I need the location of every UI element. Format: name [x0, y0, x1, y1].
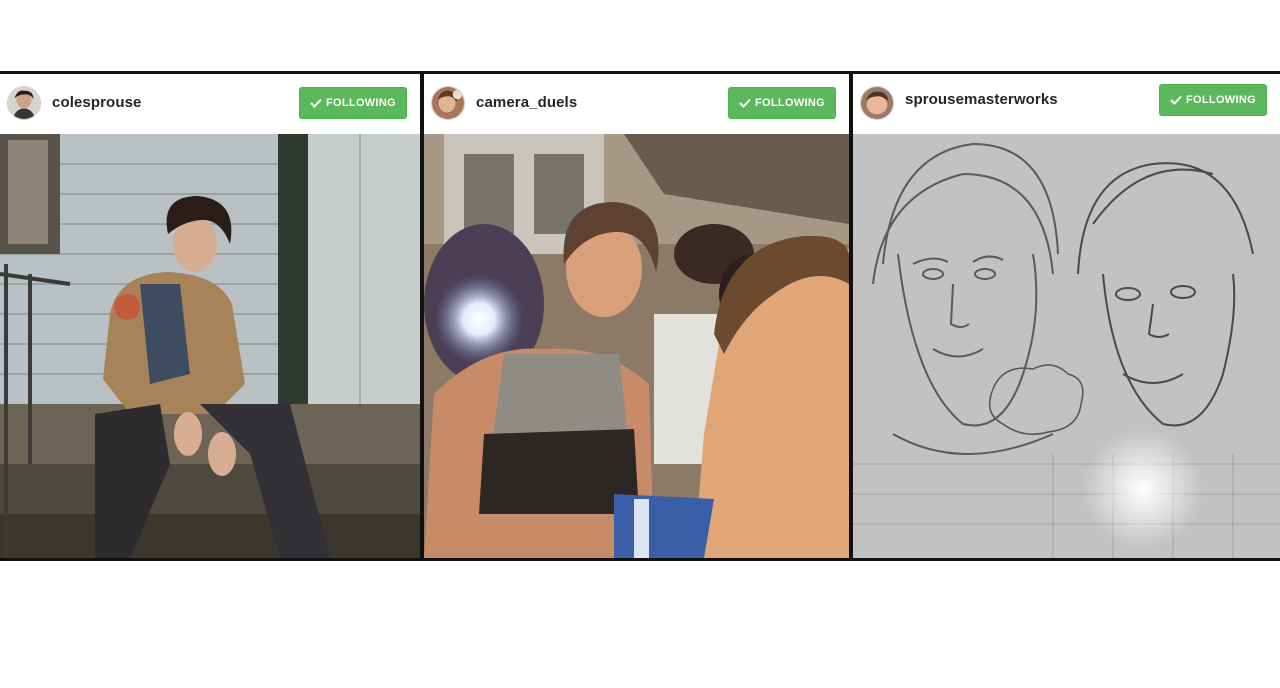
following-button[interactable]: FOLLOWING	[299, 87, 407, 119]
following-label: FOLLOWING	[755, 97, 825, 109]
post-card-camera-duels: camera_duels FOLLOWING	[424, 74, 849, 558]
photo-man-on-porch	[0, 134, 420, 558]
post-photo[interactable]	[424, 134, 849, 558]
avatar[interactable]	[860, 86, 894, 120]
post-card-colesprouse: colesprouse FOLLOWING	[0, 74, 420, 558]
username[interactable]: sprousemasterworks	[905, 91, 1058, 108]
username[interactable]: colesprouse	[52, 94, 141, 111]
photo-pencil-drawing	[853, 134, 1280, 558]
username[interactable]: camera_duels	[476, 94, 577, 111]
following-label: FOLLOWING	[326, 97, 396, 109]
checkmark-icon	[1170, 95, 1182, 105]
avatar-image	[8, 87, 40, 119]
post-header: camera_duels FOLLOWING	[424, 74, 849, 134]
post-photo[interactable]	[0, 134, 420, 558]
avatar-image	[432, 87, 464, 119]
checkmark-icon	[310, 98, 322, 108]
following-button[interactable]: FOLLOWING	[1159, 84, 1267, 116]
photo-subway-selfie	[424, 134, 849, 558]
post-photo[interactable]	[853, 134, 1280, 558]
avatar[interactable]	[431, 86, 465, 120]
avatar[interactable]	[7, 86, 41, 120]
post-header: colesprouse FOLLOWING	[0, 74, 420, 134]
following-label: FOLLOWING	[1186, 94, 1256, 106]
following-button[interactable]: FOLLOWING	[728, 87, 836, 119]
checkmark-icon	[739, 98, 751, 108]
avatar-image	[861, 87, 893, 119]
post-header: sprousemasterworks FOLLOWING	[853, 74, 1280, 134]
post-card-sprousemasterworks: sprousemasterworks FOLLOWING	[853, 74, 1280, 558]
